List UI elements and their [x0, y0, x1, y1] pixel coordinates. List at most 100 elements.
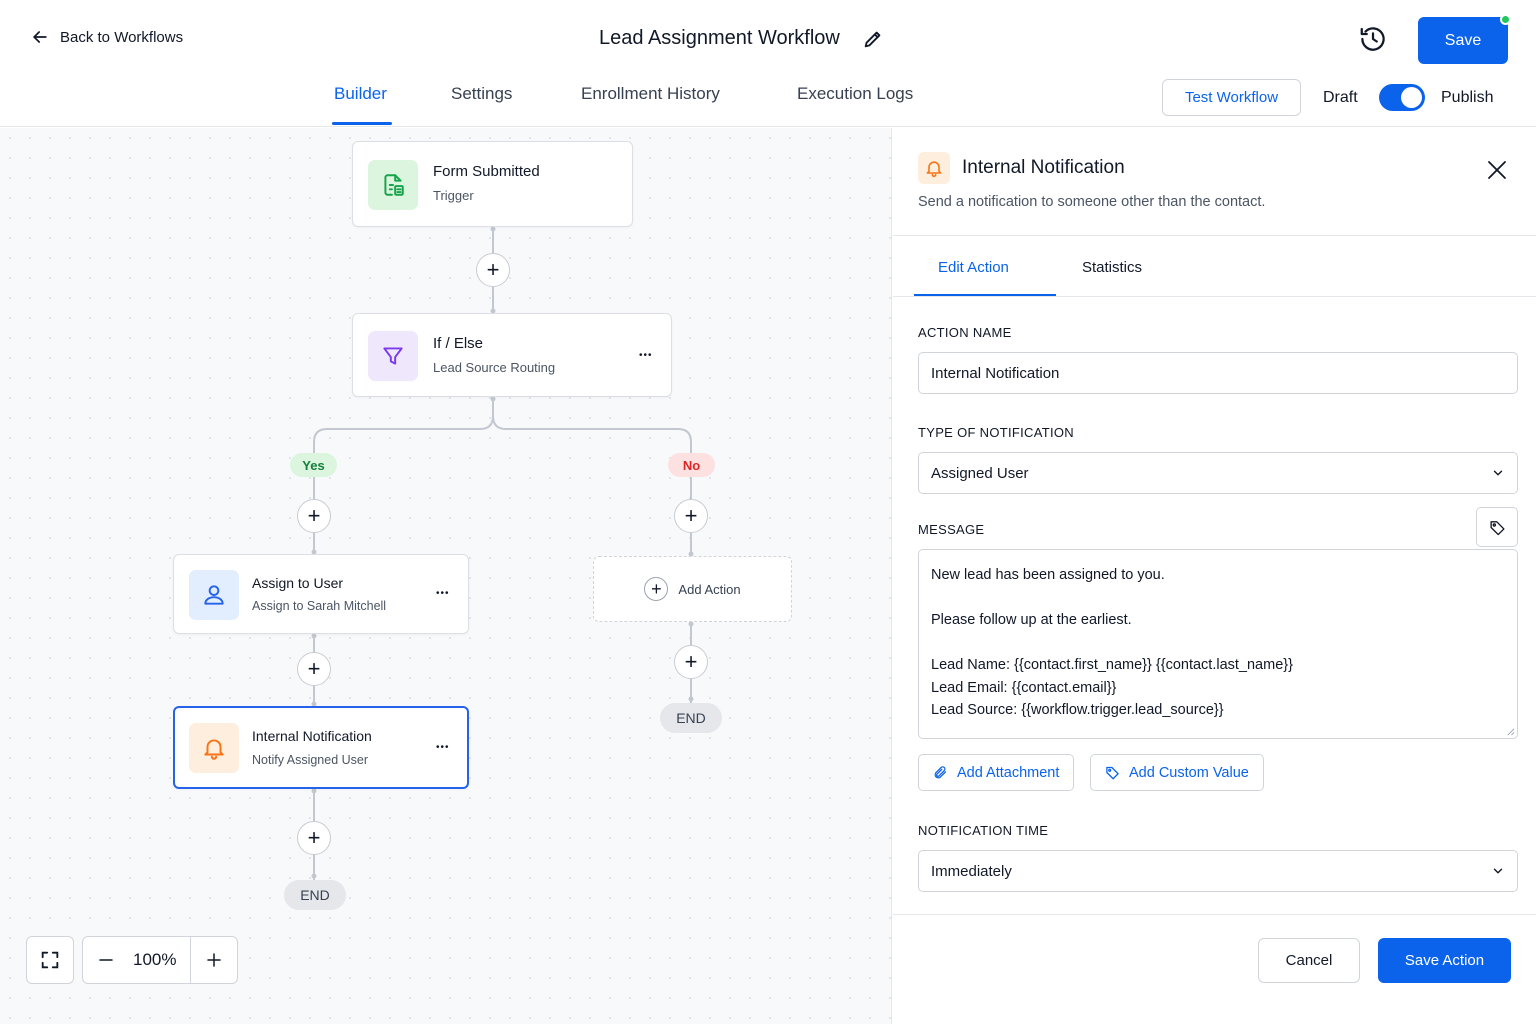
add-step-button[interactable]: + — [297, 652, 331, 686]
plus-icon — [207, 953, 222, 967]
resize-handle-icon[interactable] — [1506, 727, 1515, 736]
user-icon — [204, 585, 224, 605]
assign-subtitle: Assign to Sarah Mitchell — [252, 599, 387, 613]
publish-label: Publish — [1441, 89, 1494, 106]
save-action-button[interactable]: Save Action — [1378, 938, 1511, 983]
notify-more-button[interactable]: ••• — [436, 743, 450, 753]
insert-tag-button[interactable] — [1476, 507, 1518, 547]
tag-icon — [1106, 766, 1119, 780]
message-line: Lead Name: {{contact.first_name}} {{cont… — [931, 657, 1293, 673]
bell-icon — [926, 161, 942, 178]
message-line — [931, 587, 1505, 610]
add-action-label: Add Action — [678, 581, 741, 597]
notify-title: Internal Notification — [252, 728, 372, 744]
arrow-left-icon — [33, 31, 47, 43]
zoom-controls: 100% — [26, 936, 239, 984]
message-line: New lead has been assigned to you. — [931, 567, 1165, 583]
condition-more-button[interactable]: ••• — [639, 351, 653, 361]
message-label: MESSAGE — [918, 522, 985, 537]
tab-edit-action[interactable]: Edit Action — [938, 259, 1009, 276]
no-branch-label: No — [668, 453, 715, 477]
panel-footer-divider — [893, 914, 1536, 915]
message-line: Please follow up at the earliest. — [931, 612, 1132, 628]
end-marker: END — [284, 880, 346, 910]
tag-icon — [1489, 520, 1505, 535]
add-custom-value-button[interactable]: Add Custom Value — [1090, 754, 1264, 791]
tab-enrollment-history[interactable]: Enrollment History — [581, 84, 720, 128]
tab-execution-logs[interactable]: Execution Logs — [797, 84, 913, 128]
back-to-workflows-link[interactable]: Back to Workflows — [30, 27, 183, 47]
zoom-out-button[interactable] — [83, 937, 129, 983]
notification-time-value: Immediately — [931, 862, 1012, 880]
minus-icon — [99, 959, 113, 961]
add-attachment-button[interactable]: Add Attachment — [918, 754, 1075, 791]
save-button[interactable]: Save — [1418, 17, 1508, 64]
assign-more-button[interactable]: ••• — [436, 589, 450, 599]
message-line: Lead Email: {{contact.email}} — [931, 679, 1117, 696]
add-step-button[interactable]: + — [476, 253, 510, 287]
add-step-button[interactable]: + — [297, 499, 331, 533]
message-textarea[interactable]: New lead has been assigned to you. Pleas… — [918, 549, 1518, 739]
message-line: Lead Source: {{workflow.trigger.lead_sou… — [931, 702, 1224, 718]
panel-icon-box — [918, 152, 950, 184]
yes-branch-label: Yes — [290, 453, 337, 477]
notification-time-label: NOTIFICATION TIME — [918, 823, 1049, 838]
close-icon[interactable] — [1485, 158, 1509, 182]
notification-type-select[interactable]: Assigned User — [918, 452, 1518, 494]
zoom-level: 100% — [129, 937, 192, 983]
zoom-group: 100% — [82, 936, 239, 984]
add-action-placeholder[interactable]: + Add Action — [593, 556, 792, 622]
notification-time-select[interactable]: Immediately — [918, 850, 1518, 892]
expand-icon — [41, 951, 59, 969]
assign-user-node[interactable]: Assign to User Assign to Sarah Mitchell … — [173, 554, 469, 634]
panel-description: Send a notification to someone other tha… — [918, 194, 1266, 210]
filter-icon — [383, 347, 403, 365]
action-name-input[interactable]: Internal Notification — [918, 352, 1518, 394]
tab-settings[interactable]: Settings — [451, 84, 512, 128]
cancel-button[interactable]: Cancel — [1258, 938, 1360, 983]
form-icon — [384, 174, 404, 196]
history-icon[interactable] — [1358, 24, 1388, 54]
publish-toggle[interactable] — [1379, 84, 1425, 111]
pencil-icon[interactable] — [862, 28, 884, 50]
add-custom-value-label: Add Custom Value — [1129, 764, 1249, 781]
condition-title: If / Else — [433, 335, 484, 352]
internal-notification-node[interactable]: Internal Notification Notify Assigned Us… — [173, 706, 469, 789]
end-marker: END — [660, 703, 722, 733]
assign-icon-box — [189, 570, 239, 620]
notify-icon-box — [189, 723, 239, 773]
add-attachment-label: Add Attachment — [957, 764, 1060, 781]
add-step-button[interactable]: + — [297, 821, 331, 855]
back-label: Back to Workflows — [60, 28, 184, 46]
tab-statistics[interactable]: Statistics — [1082, 259, 1142, 276]
panel-divider — [893, 235, 1536, 236]
notify-subtitle: Notify Assigned User — [252, 753, 369, 767]
test-workflow-button[interactable]: Test Workflow — [1162, 79, 1301, 116]
connector-branch — [313, 397, 692, 463]
zoom-in-button[interactable] — [191, 937, 237, 983]
toggle-knob — [1401, 87, 1422, 108]
trigger-icon-box — [368, 160, 418, 210]
top-header: Back to Workflows Lead Assignment Workfl… — [0, 0, 1536, 127]
trigger-node[interactable]: Form Submitted Trigger — [352, 141, 633, 227]
workflow-canvas[interactable]: Form Submitted Trigger + If / Else Lead … — [0, 128, 892, 1024]
panel-title: Internal Notification — [962, 157, 1125, 178]
workflow-title: Lead Assignment Workflow — [599, 27, 840, 49]
trigger-title: Form Submitted — [433, 163, 540, 180]
fit-view-button[interactable] — [26, 936, 74, 984]
bell-icon — [204, 739, 224, 760]
add-step-button[interactable]: + — [674, 499, 708, 533]
active-tab-indicator — [332, 122, 392, 125]
panel-divider — [893, 296, 1536, 297]
condition-subtitle: Lead Source Routing — [433, 360, 556, 375]
workflow-title-group: Lead Assignment Workflow — [599, 27, 884, 50]
notification-type-label: TYPE OF NOTIFICATION — [918, 425, 1074, 440]
condition-node[interactable]: If / Else Lead Source Routing ••• — [352, 313, 672, 397]
chevron-down-icon — [1493, 470, 1503, 476]
message-line — [931, 632, 1505, 655]
draft-label: Draft — [1323, 89, 1358, 106]
plus-icon: + — [644, 577, 669, 601]
add-step-button[interactable]: + — [674, 645, 708, 679]
paperclip-icon — [934, 766, 947, 779]
action-settings-panel: Internal Notification Send a notificatio… — [893, 128, 1536, 1024]
